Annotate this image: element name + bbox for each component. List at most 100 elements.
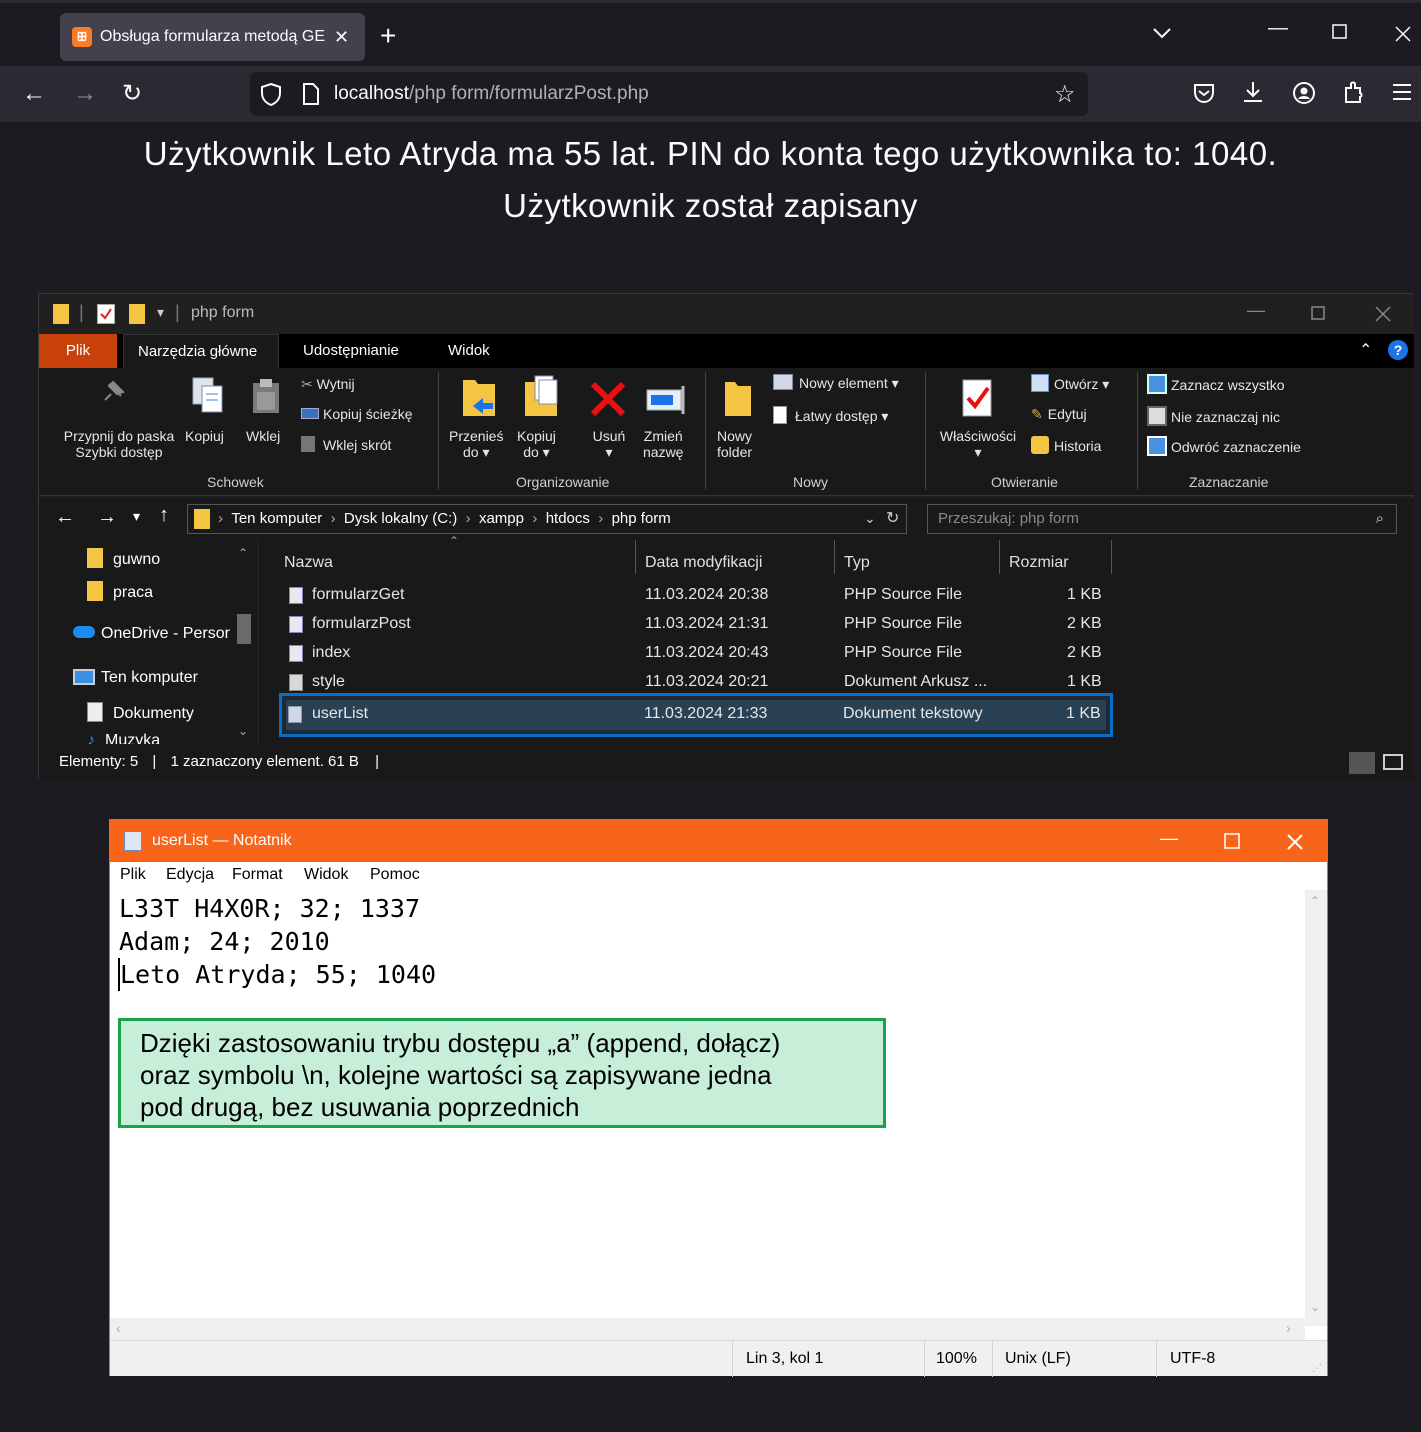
menu-help[interactable]: Pomoc — [370, 866, 420, 884]
search-input[interactable]: Przeszukaj: php form ⌕ — [927, 504, 1397, 534]
tab-list-chevron-icon[interactable] — [1152, 23, 1172, 46]
maximize-icon[interactable] — [1332, 23, 1348, 46]
tab-narzedzia-glowne[interactable]: Narzędzia główne — [123, 334, 279, 368]
refresh-icon[interactable]: ↻ — [886, 508, 899, 528]
notepad-text-area[interactable]: L33T H4X0R; 32; 1337 Adam; 24; 2010 Leto A… — [118, 892, 436, 991]
column-divider[interactable] — [999, 540, 1000, 574]
table-row-selected[interactable]: userList 11.03.2024 21:33 Dokument tekst… — [279, 693, 1113, 737]
breadcrumb-item[interactable]: Dysk lokalny (C:) — [344, 510, 457, 527]
column-divider[interactable] — [1111, 540, 1112, 574]
help-icon[interactable]: ? — [1388, 340, 1408, 360]
select-all-button[interactable]: Zaznacz wszystko — [1147, 374, 1285, 394]
scroll-down-icon[interactable]: ⌄ — [1310, 1300, 1320, 1314]
column-header-name[interactable]: Nazwa — [284, 554, 333, 572]
scroll-thumb[interactable] — [237, 614, 251, 644]
ribbon-collapse-chevron-icon[interactable]: ⌃ — [1359, 340, 1372, 360]
nav-item-documents[interactable]: Dokumenty — [87, 702, 194, 723]
forward-arrow-icon[interactable]: → — [97, 506, 117, 529]
history-button[interactable]: Historia — [1031, 436, 1101, 454]
scroll-down-icon[interactable]: ⌄ — [238, 724, 248, 738]
notepad-close-icon[interactable] — [1286, 833, 1304, 856]
large-icons-view-icon[interactable] — [1383, 754, 1403, 770]
paste-button[interactable]: Wklej — [246, 428, 280, 444]
nav-item-guwno[interactable]: guwno — [87, 548, 160, 569]
table-row[interactable]: formularzPost 11.03.2024 21:31 PHP Sourc… — [281, 610, 1115, 639]
menu-view[interactable]: Widok — [304, 866, 348, 884]
breadcrumb-item[interactable]: Ten komputer — [231, 510, 322, 527]
delete-button[interactable]: Usuń ▾ — [589, 428, 629, 461]
nav-item-music[interactable]: ♪ Muzyka — [87, 732, 160, 744]
table-row[interactable]: index 11.03.2024 20:43 PHP Source File 2… — [281, 639, 1115, 668]
vertical-scrollbar[interactable]: ⌃ ⌄ — [1305, 890, 1327, 1326]
page-icon[interactable] — [302, 83, 320, 110]
back-arrow-icon[interactable]: ← — [22, 80, 46, 108]
quick-access-dropdown-icon[interactable]: ▾ — [157, 304, 164, 321]
breadcrumb-item[interactable]: php form — [612, 510, 671, 527]
address-dropdown-chevron-icon[interactable]: ⌄ — [864, 510, 876, 527]
new-folder-button[interactable]: Nowy folder — [717, 428, 752, 460]
copy-path-button[interactable]: Kopiuj ścieżkę — [301, 406, 413, 422]
column-divider[interactable] — [635, 540, 636, 574]
shield-icon[interactable] — [260, 82, 282, 111]
menu-edit[interactable]: Edycja — [166, 866, 214, 884]
address-bar[interactable]: › Ten komputer › Dysk lokalny (C:) › xam… — [187, 504, 907, 534]
back-arrow-icon[interactable]: ← — [55, 506, 75, 529]
notepad-maximize-icon[interactable] — [1224, 833, 1240, 854]
easy-access-button[interactable]: Łatwy dostęp ▾ — [773, 406, 888, 425]
column-header-type[interactable]: Typ — [844, 554, 870, 572]
open-button[interactable]: Otwórz ▾ — [1031, 374, 1109, 393]
forward-arrow-icon[interactable]: → — [73, 80, 97, 108]
nav-item-onedrive[interactable]: OneDrive - Persor — [73, 625, 231, 643]
new-folder-quick-icon[interactable] — [129, 304, 145, 324]
url-bar[interactable]: localhost/php form/formularzPost.php ☆ — [250, 72, 1088, 116]
nav-item-this-pc[interactable]: Ten komputer — [73, 669, 198, 687]
tab-udostepnianie[interactable]: Udostępnianie — [289, 334, 413, 368]
tab-plik[interactable]: Plik — [39, 334, 117, 368]
rename-button[interactable]: Zmień nazwę — [643, 428, 683, 460]
column-header-date[interactable]: Data modyfikacji — [645, 554, 762, 572]
notepad-minimize-icon[interactable]: — — [1160, 828, 1178, 849]
explorer-close-icon[interactable] — [1375, 306, 1391, 327]
column-divider[interactable] — [834, 540, 835, 574]
properties-quick-icon[interactable] — [97, 304, 115, 324]
resize-grip-icon[interactable]: ⋰ — [1312, 1363, 1322, 1374]
cut-button[interactable]: ✂ Wytnij — [301, 376, 355, 393]
move-to-button[interactable]: Przenieś do ▾ — [449, 428, 503, 461]
copy-to-button[interactable]: Kopiuj do ▾ — [517, 428, 556, 461]
breadcrumb-item[interactable]: htdocs — [546, 510, 590, 527]
bookmark-star-icon[interactable]: ☆ — [1054, 80, 1076, 109]
download-icon[interactable] — [1242, 80, 1264, 109]
menu-file[interactable]: Plik — [120, 866, 146, 884]
explorer-maximize-icon[interactable] — [1311, 306, 1325, 325]
details-view-icon[interactable] — [1349, 752, 1375, 774]
properties-button[interactable]: Właściwości ▾ — [935, 428, 1021, 461]
scroll-up-icon[interactable]: ⌃ — [238, 546, 248, 560]
menu-hamburger-icon[interactable] — [1392, 83, 1412, 106]
account-icon[interactable] — [1292, 81, 1316, 110]
scroll-left-icon[interactable]: ‹ — [116, 1320, 121, 1336]
table-row[interactable]: formularzGet 11.03.2024 20:38 PHP Source… — [281, 581, 1115, 610]
new-tab-button[interactable]: + — [380, 19, 396, 53]
minimize-icon[interactable]: — — [1268, 17, 1288, 40]
breadcrumb-item[interactable]: xampp — [479, 510, 524, 527]
paste-shortcut-button[interactable]: Wklej skrót — [301, 436, 391, 453]
menu-format[interactable]: Format — [232, 866, 283, 884]
horizontal-scrollbar[interactable]: ‹ › — [110, 1318, 1305, 1340]
invert-selection-button[interactable]: Odwróć zaznaczenie — [1147, 436, 1301, 456]
pin-quick-access-button[interactable]: Przypnij do paska Szybki dostęp — [51, 428, 187, 460]
tab-widok[interactable]: Widok — [434, 334, 504, 368]
reload-icon[interactable]: ↻ — [122, 80, 142, 108]
window-close-icon[interactable] — [1394, 25, 1412, 49]
new-item-button[interactable]: Nowy element ▾ — [773, 374, 899, 392]
extensions-icon[interactable] — [1342, 80, 1366, 109]
nav-item-praca[interactable]: praca — [87, 581, 153, 602]
edit-button[interactable]: ✎ Edytuj — [1031, 406, 1087, 423]
up-arrow-icon[interactable]: ↑ — [159, 504, 169, 527]
column-header-size[interactable]: Rozmiar — [1009, 554, 1069, 572]
tab-close-icon[interactable]: ✕ — [334, 27, 349, 48]
explorer-minimize-icon[interactable]: — — [1247, 300, 1265, 321]
nav-scrollbar[interactable]: ⌃ ⌄ — [235, 540, 253, 744]
recent-locations-chevron-icon[interactable]: ▾ — [133, 508, 140, 525]
scroll-up-icon[interactable]: ⌃ — [1310, 894, 1320, 908]
select-none-button[interactable]: Nie zaznaczaj nic — [1147, 406, 1280, 426]
